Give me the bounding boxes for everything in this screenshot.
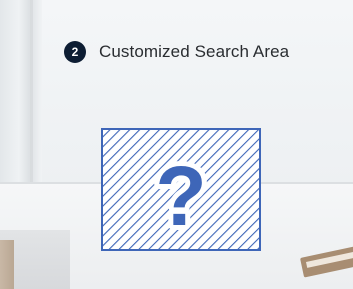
callout-title: Customized Search Area xyxy=(99,42,290,61)
search-area-placeholder[interactable]: ? ? xyxy=(101,128,261,251)
callout-label: 2 Customized Search Area xyxy=(64,41,289,63)
hatched-box-graphic: ? ? xyxy=(101,128,261,251)
question-mark-icon: ? ? xyxy=(150,144,211,248)
background-pillar-edge xyxy=(30,0,33,195)
screen: 2 Customized Search Area ? ? xyxy=(0,0,353,289)
background-table-leg xyxy=(0,240,14,289)
svg-text:?: ? xyxy=(155,149,206,243)
background-pillar xyxy=(0,0,42,200)
step-number-badge: 2 xyxy=(64,41,86,63)
